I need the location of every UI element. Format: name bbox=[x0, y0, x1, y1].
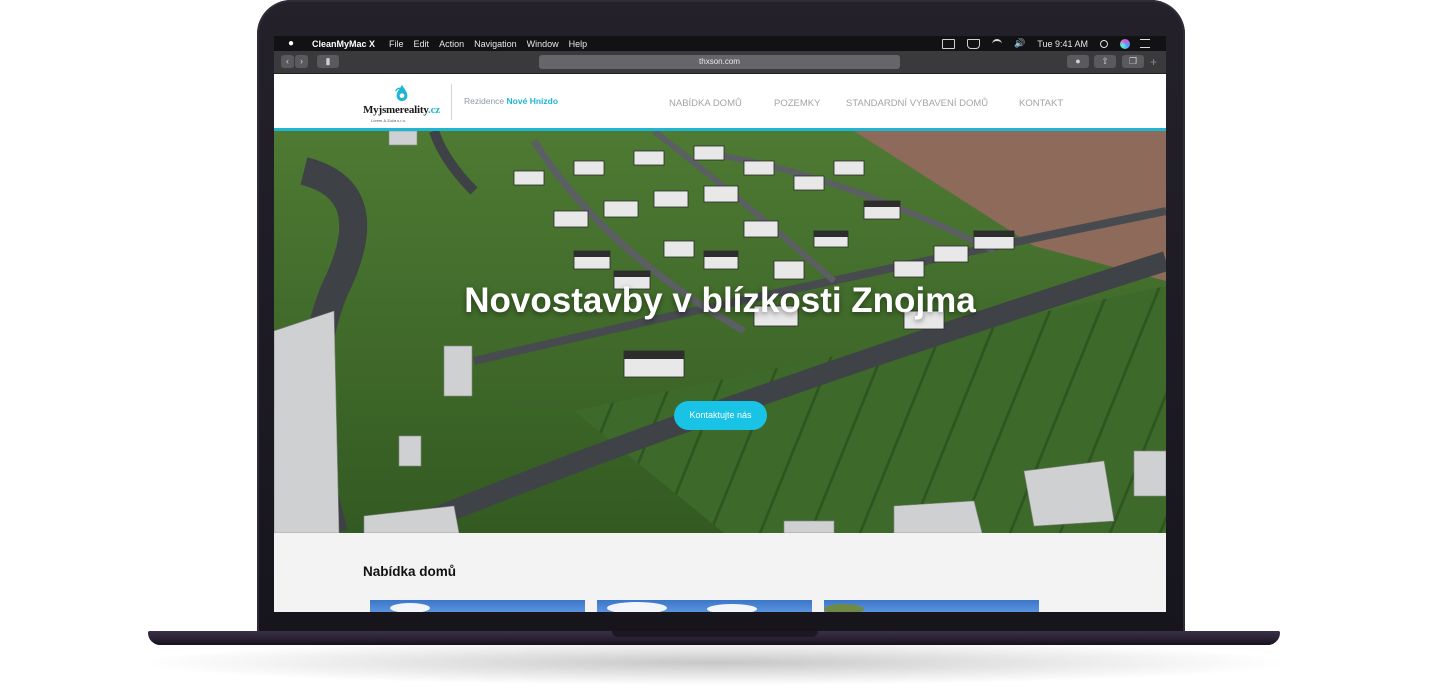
tabs-overview-button[interactable]: ❐ bbox=[1122, 55, 1144, 68]
menu-window[interactable]: Window bbox=[527, 39, 559, 49]
nav-pozemky[interactable]: POZEMKY bbox=[774, 98, 820, 109]
laptop-notch bbox=[612, 631, 818, 637]
browser-toolbar: ‹ › ▮ thxson.com ● ⇧ ❐ + bbox=[274, 51, 1166, 74]
cloud-shape bbox=[607, 602, 667, 612]
volume-icon[interactable]: 🔊 bbox=[1014, 38, 1025, 49]
nav-nabidka-domu[interactable]: NABÍDKA DOMŮ bbox=[669, 98, 742, 109]
logo-part-1: Myjsme bbox=[363, 104, 400, 116]
laptop-screen: ● CleanMyMac X File Edit Action Navigati… bbox=[274, 36, 1166, 612]
wifi-icon[interactable] bbox=[992, 38, 1003, 49]
logo-part-3: .cz bbox=[428, 104, 440, 116]
tagline-prefix: Rezidence bbox=[464, 96, 505, 106]
offer-section: Nabídka domů bbox=[274, 533, 1166, 612]
new-tab-button[interactable]: + bbox=[1150, 56, 1157, 68]
menu-edit[interactable]: Edit bbox=[414, 39, 430, 49]
menubar-status-area: 🔊 Tue 9:41 AM bbox=[930, 38, 1150, 49]
contact-cta-button[interactable]: Kontaktujte nás bbox=[674, 401, 767, 430]
airplay-icon[interactable] bbox=[967, 38, 981, 49]
logo-subtitle: Lorem & Zuča s.r.o. bbox=[371, 118, 406, 123]
logo-wordmark: Myjsmereality.cz bbox=[363, 104, 440, 116]
hero-section: Novostavby v blízkosti Znojma Kontaktujt… bbox=[274, 131, 1166, 533]
cloud-shape bbox=[390, 603, 430, 612]
address-bar[interactable]: thxson.com bbox=[539, 55, 900, 69]
menu-file[interactable]: File bbox=[389, 39, 404, 49]
menubar-clock[interactable]: Tue 9:41 AM bbox=[1037, 39, 1088, 49]
offer-title: Nabídka domů bbox=[363, 564, 457, 579]
header-divider bbox=[451, 84, 452, 120]
menubar-app-name[interactable]: CleanMyMac X bbox=[312, 39, 375, 49]
menu-navigation[interactable]: Navigation bbox=[474, 39, 517, 49]
share-button[interactable]: ⇧ bbox=[1094, 55, 1116, 68]
hero-aerial-image bbox=[274, 131, 1166, 533]
tagline-name: Nové Hnízdo bbox=[506, 96, 559, 106]
search-icon[interactable] bbox=[1100, 39, 1108, 48]
menu-action[interactable]: Action bbox=[439, 39, 464, 49]
site-header: Myjsmereality.cz Lorem & Zuča s.r.o. Rez… bbox=[274, 74, 1166, 131]
back-button[interactable]: ‹ bbox=[281, 55, 294, 68]
list-icon[interactable] bbox=[1140, 39, 1150, 48]
apple-logo-icon[interactable]: ● bbox=[288, 36, 298, 51]
house-card-2[interactable] bbox=[597, 600, 812, 612]
sidebar-toggle-button[interactable]: ▮ bbox=[317, 55, 339, 68]
download-button[interactable]: ● bbox=[1067, 55, 1089, 68]
siri-icon[interactable] bbox=[1120, 38, 1130, 49]
house-card-1[interactable] bbox=[370, 600, 585, 612]
logo-part-2: reality bbox=[399, 104, 429, 116]
nav-standardni-vybaveni[interactable]: STANDARDNÍ VYBAVENÍ DOMŮ bbox=[846, 98, 988, 109]
hero-title: Novostavby v blízkosti Znojma bbox=[464, 281, 976, 320]
forward-button[interactable]: › bbox=[295, 55, 308, 68]
site-logo[interactable]: Myjsmereality.cz Lorem & Zuča s.r.o. bbox=[363, 82, 443, 124]
menu-help[interactable]: Help bbox=[569, 39, 588, 49]
cloud-shape bbox=[707, 604, 757, 612]
header-tagline: Rezidence Nové Hnízdo bbox=[464, 96, 558, 106]
house-card-3[interactable] bbox=[824, 600, 1039, 612]
laptop-shadow bbox=[150, 640, 1280, 685]
nav-kontakt[interactable]: KONTAKT bbox=[1019, 98, 1063, 109]
mac-menubar: ● CleanMyMac X File Edit Action Navigati… bbox=[274, 36, 1166, 51]
display-icon[interactable] bbox=[942, 38, 956, 49]
logo-drop-icon bbox=[395, 84, 408, 102]
tree-shape bbox=[824, 604, 864, 612]
